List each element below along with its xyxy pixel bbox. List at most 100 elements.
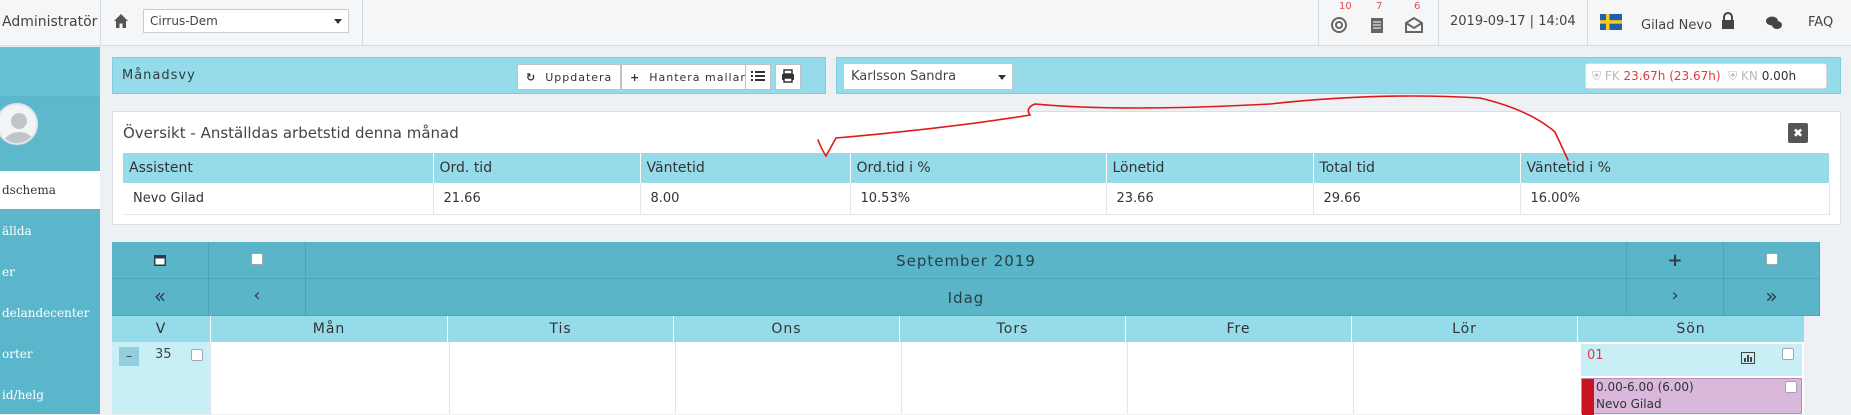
chat-icon[interactable]: [1766, 16, 1782, 30]
sidebar-item-label: er: [2, 265, 15, 279]
table-cell: 16.00%: [1520, 183, 1830, 215]
month-title: September 2019: [896, 252, 1036, 270]
month-view-title: Månadsvy: [122, 68, 196, 83]
current-datetime: 2019-09-17 | 14:04: [1450, 14, 1576, 29]
sidebar-item-employees[interactable]: ällda: [0, 212, 100, 250]
table-cell: 8.00: [640, 183, 851, 215]
sidebar-item-label: id/helg: [2, 388, 44, 402]
close-button[interactable]: ✖: [1788, 123, 1808, 143]
day-number: 01: [1587, 348, 1604, 363]
sidebar: dschema ällda er delandecenter orter id/…: [0, 47, 100, 414]
grid-divider: [675, 342, 676, 414]
top-bar: Administratör Cirrus-Dem 10 7 6 2019-09-…: [0, 0, 1851, 46]
weekday-header-row: V Mån Tis Ons Tors Fre Lör Sön: [112, 316, 1804, 342]
home-icon[interactable]: [113, 13, 129, 29]
sidebar-item-3[interactable]: er: [0, 253, 100, 291]
lock-icon[interactable]: [1720, 12, 1736, 30]
documents-badge: 7: [1376, 1, 1383, 12]
list-view-button[interactable]: [745, 64, 771, 90]
document-icon: [1371, 18, 1383, 33]
bar-chart-icon[interactable]: [1741, 352, 1755, 364]
sidebar-item-label: orter: [2, 347, 33, 361]
today-button[interactable]: Idag: [306, 279, 1627, 316]
column-header: Lönetid: [1106, 153, 1314, 183]
double-chevron-right-icon: »: [1765, 284, 1778, 308]
table-cell: 29.66: [1313, 183, 1521, 215]
table-cell: 21.66: [433, 183, 641, 215]
person-select[interactable]: Karlsson Sandra: [843, 63, 1013, 90]
table-row[interactable]: Nevo Gilad 21.66 8.00 10.53% 23.66 29.66…: [123, 183, 1830, 215]
sidebar-item-holidays[interactable]: id/helg: [0, 376, 100, 414]
day-checkbox[interactable]: [1782, 348, 1794, 360]
shift-checkbox[interactable]: [1785, 381, 1797, 393]
add-button[interactable]: +: [1627, 242, 1724, 279]
faq-link[interactable]: FAQ: [1808, 15, 1833, 30]
person-toolbar: Karlsson Sandra ⛨ FK 23.67h (23.67h) ⛨ K…: [836, 57, 1841, 94]
week-cell: – 35: [112, 342, 210, 414]
divider: [1587, 0, 1588, 46]
divider: [1318, 0, 1319, 46]
column-header: Ord. tid: [433, 153, 641, 183]
shield-icon: ⛨: [1592, 69, 1602, 83]
overview-table: Assistent Ord. tid Väntetid Ord.tid i % …: [123, 153, 1830, 215]
support-badge: 10: [1339, 1, 1352, 12]
close-icon: ✖: [1792, 126, 1804, 140]
overview-title: Översikt - Anställdas arbetstid denna må…: [123, 124, 459, 142]
sidebar-item-message-center[interactable]: delandecenter: [0, 294, 100, 332]
table-cell: 23.66: [1106, 183, 1314, 215]
week-number: 35: [155, 347, 172, 362]
previous-month-button[interactable]: ‹: [209, 279, 306, 316]
weekday-header: Tis: [448, 316, 674, 342]
calendar-icon: [154, 255, 166, 266]
month-title-cell: September 2019: [306, 242, 1627, 279]
grid-divider: [1353, 342, 1354, 414]
collapse-week-button[interactable]: –: [119, 347, 139, 366]
select-checkbox[interactable]: [1766, 253, 1778, 265]
column-header: Assistent: [123, 153, 434, 183]
month-view-toolbar: Månadsvy ↻ Uppdatera + Hantera mallar: [112, 57, 826, 94]
company-select[interactable]: Cirrus-Dem: [143, 9, 349, 33]
update-button-label: Uppdatera: [545, 71, 613, 84]
printer-icon: [782, 69, 794, 83]
kn-label: KN: [1741, 69, 1758, 83]
messages-button[interactable]: 6: [1404, 1, 1424, 34]
today-label: Idag: [947, 289, 985, 307]
chevron-down-icon: [998, 75, 1006, 80]
calendar-picker-button[interactable]: [112, 242, 209, 279]
column-header: Ord.tid i %: [850, 153, 1107, 183]
documents-button[interactable]: 7: [1367, 1, 1387, 34]
plus-icon: +: [1667, 250, 1683, 271]
update-button[interactable]: ↻ Uppdatera: [517, 64, 622, 90]
overview-panel: Översikt - Anställdas arbetstid denna må…: [112, 111, 1841, 225]
messages-badge: 6: [1414, 1, 1421, 12]
next-month-button[interactable]: ›: [1627, 279, 1724, 316]
manage-templates-button[interactable]: + Hantera mallar: [621, 64, 755, 90]
calendar-grid: [210, 342, 1804, 414]
select-all-cell: [209, 242, 306, 279]
day-header-sunday: 01: [1581, 344, 1802, 376]
chevron-down-icon: [334, 19, 342, 24]
sidebar-item-reports[interactable]: orter: [0, 335, 100, 373]
table-header-row: Assistent Ord. tid Väntetid Ord.tid i % …: [123, 153, 1830, 183]
fk-label: FK: [1604, 69, 1620, 83]
shift-marker: [1582, 379, 1594, 415]
shift-time: 0.00-6.00 (6.00): [1596, 380, 1694, 394]
sidebar-header: [0, 47, 100, 96]
weekday-header: Lör: [1352, 316, 1578, 342]
shift-entry[interactable]: 0.00-6.00 (6.00) Nevo Gilad: [1581, 378, 1802, 415]
shield-icon: ⛨: [1728, 69, 1738, 83]
next-year-button[interactable]: »: [1724, 279, 1820, 316]
support-button[interactable]: 10: [1329, 1, 1352, 34]
previous-year-button[interactable]: «: [112, 279, 209, 316]
plus-icon: +: [630, 71, 641, 84]
divider: [1438, 0, 1439, 46]
user-name[interactable]: Gilad Nevo: [1641, 18, 1712, 33]
swedish-flag-icon[interactable]: [1600, 14, 1622, 30]
company-select-value: Cirrus-Dem: [150, 14, 218, 28]
print-button[interactable]: [775, 64, 801, 90]
person-select-value: Karlsson Sandra: [851, 69, 957, 84]
weekday-header: Sön: [1676, 321, 1706, 337]
select-all-checkbox[interactable]: [251, 253, 263, 265]
week-checkbox[interactable]: [191, 349, 203, 361]
sidebar-item-schedule[interactable]: dschema: [0, 171, 100, 209]
